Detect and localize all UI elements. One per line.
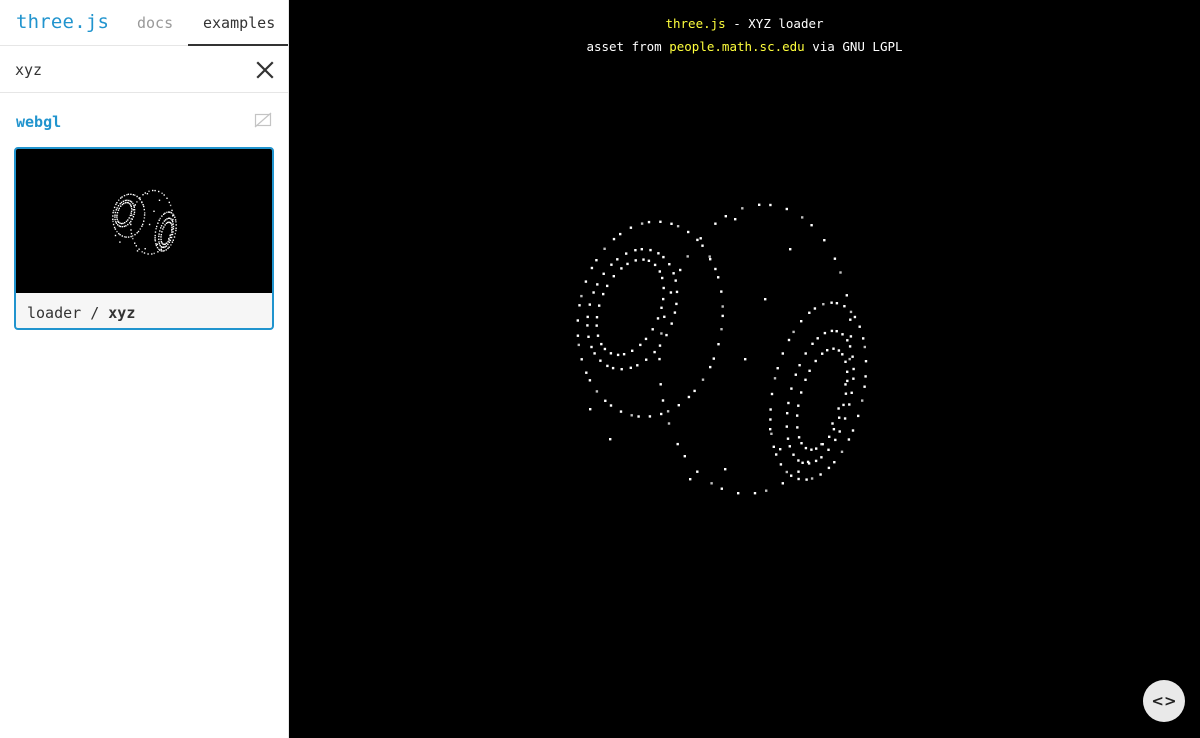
- webgl-off-icon[interactable]: [254, 112, 272, 128]
- sidebar-header: three.js docs examples: [0, 0, 288, 46]
- point-cloud-canvas[interactable]: [289, 0, 1200, 738]
- info-overlay: three.js - XYZ loader asset from people.…: [289, 12, 1200, 58]
- example-path: loader /: [27, 304, 109, 322]
- info-title-text: - XYZ loader: [725, 16, 824, 31]
- credit-prefix: asset from: [586, 39, 670, 54]
- search-bar: [0, 47, 288, 93]
- render-viewport[interactable]: three.js - XYZ loader asset from people.…: [289, 0, 1200, 738]
- asset-source-link[interactable]: people.math.sc.edu: [669, 39, 804, 54]
- info-title: three.js - XYZ loader: [289, 12, 1200, 35]
- example-name: xyz: [108, 304, 136, 322]
- credit-suffix: via GNU LGPL: [804, 39, 903, 54]
- example-thumbnail: [16, 149, 272, 293]
- active-tab-indicator: [188, 44, 288, 46]
- brand-link[interactable]: three.js: [16, 11, 109, 33]
- threejs-link[interactable]: three.js: [665, 16, 725, 31]
- category-title[interactable]: webgl: [16, 113, 61, 131]
- tab-docs[interactable]: docs: [137, 14, 173, 32]
- close-icon[interactable]: [254, 59, 276, 81]
- sidebar: three.js docs examples webgl loader / xy…: [0, 0, 289, 738]
- example-card[interactable]: loader / xyz: [14, 147, 274, 330]
- example-label: loader / xyz: [27, 304, 135, 322]
- info-credit: asset from people.math.sc.edu via GNU LG…: [289, 35, 1200, 58]
- view-source-button[interactable]: <>: [1143, 680, 1185, 722]
- search-input[interactable]: [15, 57, 245, 83]
- tab-examples[interactable]: examples: [203, 14, 275, 32]
